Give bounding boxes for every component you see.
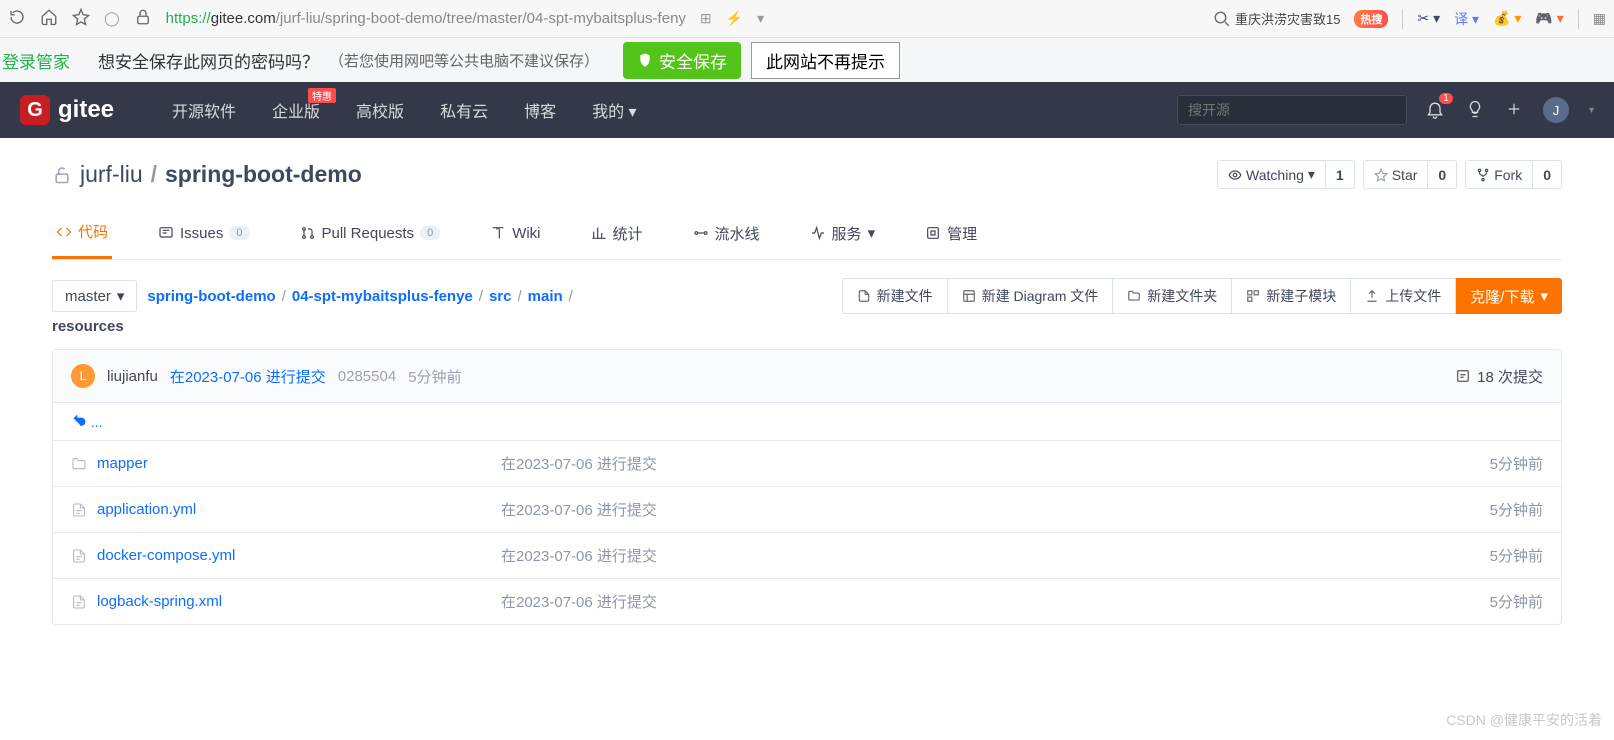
wallet-icon[interactable]: 💰 ▾ <box>1493 10 1521 27</box>
commit-hash[interactable]: 0285504 <box>338 368 396 385</box>
avatar[interactable]: J <box>1543 97 1569 123</box>
star-icon[interactable] <box>72 8 90 29</box>
nav-enterprise[interactable]: 企业版特惠 <box>254 98 338 122</box>
new-submodule-button[interactable]: 新建子模块 <box>1231 278 1351 314</box>
upload-file-button[interactable]: 上传文件 <box>1350 278 1456 314</box>
file-panel: L liujianfu 在2023-07-06 进行提交 0285504 5分钟… <box>52 349 1562 625</box>
file-time: 5分钟前 <box>1490 453 1543 474</box>
breadcrumb: spring-boot-demo/ 04-spt-mybaitsplus-fen… <box>147 288 572 305</box>
file-name[interactable]: docker-compose.yml <box>97 547 235 564</box>
site-nav: Ggitee 开源软件 企业版特惠 高校版 私有云 博客 我的 ▾ 1 J ▾ <box>0 82 1614 138</box>
avatar-dropdown-icon[interactable]: ▾ <box>1589 105 1594 116</box>
file-row[interactable]: logback-spring.xml 在2023-07-06 进行提交5分钟前 <box>53 578 1561 624</box>
browser-toolbar: ◯ https://gitee.com/jurf-liu/spring-boot… <box>0 0 1614 38</box>
commit-avatar: L <box>71 364 95 388</box>
commit-message[interactable]: 在2023-07-06 进行提交 <box>170 366 326 387</box>
tab-pipeline[interactable]: 流水线 <box>689 211 764 259</box>
tab-pr[interactable]: Pull Requests0 <box>296 211 445 259</box>
repo-name[interactable]: spring-boot-demo <box>165 161 362 188</box>
nav-private-cloud[interactable]: 私有云 <box>422 98 506 122</box>
never-show-button[interactable]: 此网站不再提示 <box>751 42 900 79</box>
file-time: 5分钟前 <box>1490 591 1543 612</box>
nav-opensource[interactable]: 开源软件 <box>154 98 254 122</box>
parent-dir-row[interactable]: ... <box>53 402 1561 440</box>
file-commit-msg[interactable]: 在2023-07-06 进行提交 <box>501 591 1490 612</box>
repo-tabs: 代码 Issues0 Pull Requests0 Wiki 统计 流水线 服务… <box>52 211 1562 260</box>
file-time: 5分钟前 <box>1490 545 1543 566</box>
file-name[interactable]: logback-spring.xml <box>97 593 222 610</box>
save-password-bar: 登录管家 想安全保存此网页的密码吗？ （若您使用网吧等公共电脑不建议保存） 安全… <box>0 38 1614 82</box>
plus-icon[interactable] <box>1505 100 1523 121</box>
file-toolbar: master ▾ spring-boot-demo/ 04-spt-mybait… <box>0 260 1614 314</box>
breadcrumb-link[interactable]: src <box>489 288 512 305</box>
branch-selector[interactable]: master ▾ <box>52 280 137 312</box>
home-icon[interactable] <box>40 8 58 29</box>
lock-icon <box>134 8 152 29</box>
game-icon[interactable]: 🎮 ▾ <box>1535 10 1563 27</box>
file-commit-msg[interactable]: 在2023-07-06 进行提交 <box>501 545 1490 566</box>
repo-owner[interactable]: jurf-liu <box>80 161 143 188</box>
hot-search-badge[interactable]: 热搜 <box>1354 10 1388 28</box>
tab-manage[interactable]: 管理 <box>921 211 981 259</box>
commit-author[interactable]: liujianfu <box>107 368 158 385</box>
url-bar[interactable]: https://gitee.com/jurf-liu/spring-boot-d… <box>166 10 686 27</box>
translate-icon[interactable]: 译 ▾ <box>1454 9 1479 29</box>
tab-code[interactable]: 代码 <box>52 211 112 259</box>
site-info-icon[interactable]: ◯ <box>104 10 120 27</box>
bulb-icon[interactable] <box>1465 99 1485 122</box>
breadcrumb-link[interactable]: main <box>528 288 563 305</box>
star-button[interactable]: Star 0 <box>1363 160 1457 189</box>
tab-wiki[interactable]: Wiki <box>486 211 544 259</box>
commit-count[interactable]: 18 次提交 <box>1455 366 1543 387</box>
nav-education[interactable]: 高校版 <box>338 98 422 122</box>
tab-services[interactable]: 服务 ▾ <box>806 211 880 259</box>
scissors-icon[interactable]: ✂ ▾ <box>1417 10 1440 27</box>
apps-icon[interactable]: ▦ <box>1593 10 1606 27</box>
file-commit-msg[interactable]: 在2023-07-06 进行提交 <box>501 453 1490 474</box>
file-row[interactable]: docker-compose.yml 在2023-07-06 进行提交5分钟前 <box>53 532 1561 578</box>
file-row[interactable]: application.yml 在2023-07-06 进行提交5分钟前 <box>53 486 1561 532</box>
file-name[interactable]: mapper <box>97 455 148 472</box>
browser-search[interactable]: 重庆洪涝灾害致15 <box>1213 9 1340 28</box>
tab-issues[interactable]: Issues0 <box>154 211 253 259</box>
file-commit-msg[interactable]: 在2023-07-06 进行提交 <box>501 499 1490 520</box>
watermark: CSDN @健康平安的活着 <box>1446 710 1602 730</box>
new-folder-button[interactable]: 新建文件夹 <box>1112 278 1232 314</box>
login-manager-label: 登录管家 <box>0 48 70 73</box>
watch-button[interactable]: Watching ▾ 1 <box>1217 160 1355 189</box>
fork-button[interactable]: Fork 0 <box>1465 160 1562 189</box>
notifications-icon[interactable]: 1 <box>1425 99 1445 122</box>
current-folder: resources <box>0 314 1614 349</box>
save-question: 想安全保存此网页的密码吗？ <box>98 48 319 73</box>
gitee-logo[interactable]: Ggitee <box>20 95 114 125</box>
new-diagram-button[interactable]: 新建 Diagram 文件 <box>947 278 1114 314</box>
dropdown-icon[interactable]: ▾ <box>757 10 764 27</box>
tab-stats[interactable]: 统计 <box>587 211 647 259</box>
reload-icon[interactable] <box>8 8 26 29</box>
latest-commit-row: L liujianfu 在2023-07-06 进行提交 0285504 5分钟… <box>53 350 1561 402</box>
new-file-button[interactable]: 新建文件 <box>842 278 948 314</box>
lock-open-icon <box>52 165 72 185</box>
commit-time: 5分钟前 <box>408 366 461 387</box>
file-name[interactable]: application.yml <box>97 501 196 518</box>
nav-blog[interactable]: 博客 <box>506 98 574 122</box>
nav-mine[interactable]: 我的 ▾ <box>574 98 655 122</box>
qr-icon[interactable]: ⊞ <box>700 10 712 27</box>
clone-download-button[interactable]: 克隆/下载 ▾ <box>1456 278 1562 314</box>
flash-icon[interactable]: ⚡ <box>726 10 743 27</box>
breadcrumb-link[interactable]: 04-spt-mybaitsplus-fenye <box>292 288 473 305</box>
search-input[interactable] <box>1177 95 1407 125</box>
repo-title: jurf-liu / spring-boot-demo <box>52 161 362 188</box>
save-note: （若您使用网吧等公共电脑不建议保存） <box>329 50 599 71</box>
file-row[interactable]: mapper 在2023-07-06 进行提交5分钟前 <box>53 440 1561 486</box>
breadcrumb-link[interactable]: spring-boot-demo <box>147 288 275 305</box>
file-time: 5分钟前 <box>1490 499 1543 520</box>
safe-save-button[interactable]: 安全保存 <box>623 42 741 79</box>
